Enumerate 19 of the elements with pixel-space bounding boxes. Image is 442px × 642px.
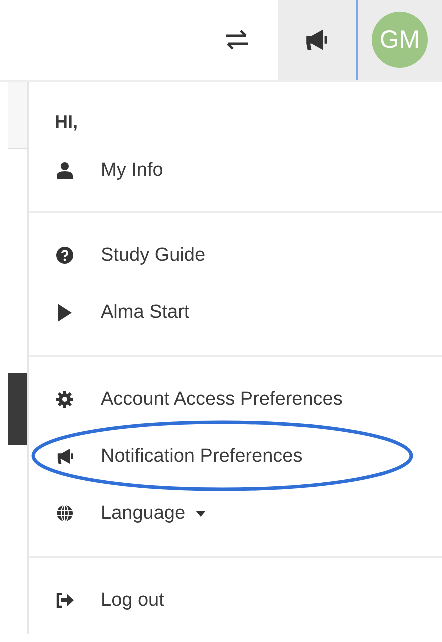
menu-item[interactable]: My Info [29,142,442,199]
globe-icon [55,505,75,522]
menu-item[interactable]: Account Access Preferences [29,371,442,428]
menu-item[interactable]: Language [29,485,442,542]
settings-icon [55,391,75,408]
greeting-text: HI, [55,112,80,134]
dark-side-panel [8,373,27,445]
help-icon [55,247,75,264]
menu-item[interactable]: Alma Start [29,284,442,341]
menu-item[interactable]: Notification Preferences [29,428,442,485]
megaphone-icon [304,27,330,53]
logout-icon [55,593,75,608]
user-avatar: GM [372,12,428,68]
menu-item[interactable]: Study Guide [29,227,442,284]
megaphone-icon [56,447,74,466]
swap-icon [224,30,250,50]
user-icon [55,162,75,179]
announcements-button[interactable] [278,0,358,80]
menu-item[interactable]: Log out [29,572,442,629]
